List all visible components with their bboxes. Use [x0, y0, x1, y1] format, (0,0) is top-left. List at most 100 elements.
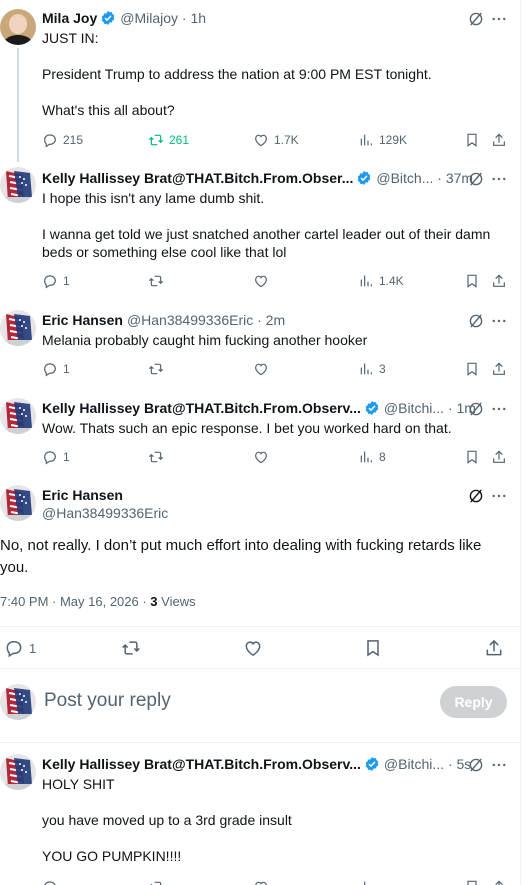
author-meta[interactable]: @Han38499336Eric · 2m	[127, 312, 285, 328]
repost-button[interactable]	[148, 359, 164, 379]
author-name[interactable]: Eric Hansen	[42, 312, 123, 328]
bookmark-button[interactable]	[464, 359, 480, 379]
views-button[interactable]	[358, 877, 374, 885]
bookmark-button[interactable]	[464, 447, 480, 467]
like-icon	[253, 879, 269, 885]
avatar[interactable]	[0, 167, 36, 203]
tweet-text: Melania probably caught him fucking anot…	[42, 332, 368, 348]
grok-icon[interactable]	[467, 312, 485, 330]
bookmark-button[interactable]	[464, 271, 480, 291]
more-icon[interactable]	[490, 170, 508, 188]
more-icon[interactable]	[490, 400, 508, 418]
grok-icon[interactable]	[467, 487, 485, 505]
author-handle[interactable]: @Han38499336Eric	[42, 505, 168, 521]
grok-icon[interactable]	[467, 170, 485, 188]
bookmark-button[interactable]	[363, 636, 383, 660]
avatar[interactable]	[0, 754, 36, 790]
bookmark-button[interactable]	[464, 130, 480, 150]
repost-button[interactable]	[148, 271, 164, 291]
verified-badge-icon	[100, 10, 116, 26]
view-count: 1.4K	[379, 274, 404, 288]
repost-button[interactable]: 261	[148, 130, 189, 150]
author-name[interactable]: Mila Joy	[42, 10, 97, 26]
author-name[interactable]: Kelly Hallissey Brat@THAT.Bitch.From.Obs…	[42, 756, 361, 772]
like-button[interactable]	[253, 877, 269, 885]
like-icon	[243, 638, 263, 658]
reply-icon	[42, 361, 58, 377]
repost-button[interactable]	[148, 447, 164, 467]
share-icon	[491, 879, 507, 885]
grok-icon[interactable]	[467, 400, 485, 418]
timestamp-text[interactable]: 7:40 PM · May 16, 2026 ·	[0, 594, 150, 609]
avatar[interactable]	[0, 485, 36, 521]
share-button[interactable]	[491, 447, 507, 467]
more-icon[interactable]	[490, 10, 508, 28]
reply-icon	[42, 449, 58, 465]
reply-button[interactable]: Reply	[440, 686, 507, 718]
bookmark-icon	[464, 273, 480, 289]
like-button[interactable]: 1.7K	[253, 130, 299, 150]
reply-icon	[42, 879, 58, 885]
action-bar: 1 1.4K	[42, 271, 512, 291]
reply-count: 215	[63, 133, 84, 147]
like-icon	[253, 273, 269, 289]
share-button[interactable]	[484, 636, 504, 660]
share-button[interactable]	[491, 877, 507, 885]
reply-button[interactable]: 215	[42, 130, 83, 150]
views-button[interactable]: 129K	[358, 130, 407, 150]
avatar[interactable]	[0, 310, 36, 346]
share-button[interactable]	[491, 130, 507, 150]
reply-button[interactable]: 1	[4, 636, 36, 660]
grok-icon[interactable]	[467, 10, 485, 28]
author-name[interactable]: Kelly Hallissey Brat@THAT.Bitch.From.Obs…	[42, 170, 353, 186]
avatar[interactable]	[0, 398, 36, 434]
verified-badge-icon	[364, 756, 380, 772]
action-bar: 215 261 1.7K 129K	[42, 130, 512, 150]
repost-count: 261	[169, 133, 190, 147]
tweet-text: HOLY SHIT you have moved up to a 3rd gra…	[42, 776, 292, 864]
share-button[interactable]	[491, 359, 507, 379]
reply-icon	[42, 132, 58, 148]
share-button[interactable]	[491, 271, 507, 291]
author-name[interactable]: Eric Hansen	[42, 487, 123, 503]
reply-button[interactable]: 1	[42, 271, 70, 291]
author-name[interactable]: Kelly Hallissey Brat@THAT.Bitch.From.Obs…	[42, 400, 361, 416]
author-meta[interactable]: @Bitchi... · 1m	[384, 400, 476, 416]
divider	[0, 668, 520, 669]
like-button[interactable]	[253, 359, 269, 379]
repost-icon	[148, 273, 164, 289]
repost-button[interactable]	[148, 877, 164, 885]
views-button[interactable]: 1.4K	[358, 271, 404, 291]
reply-button[interactable]	[42, 877, 58, 885]
reply-button[interactable]: 1	[42, 447, 70, 467]
views-icon	[358, 132, 374, 148]
author-meta[interactable]: @Bitchi... · 5s	[384, 756, 471, 772]
repost-icon	[148, 132, 164, 148]
reply-count: 1	[63, 274, 70, 288]
like-icon	[253, 361, 269, 377]
reply-input[interactable]: Post your reply	[44, 689, 424, 713]
like-button[interactable]	[243, 636, 263, 660]
views-icon	[358, 273, 374, 289]
views-button[interactable]: 8	[358, 447, 386, 467]
more-icon[interactable]	[490, 312, 508, 330]
share-icon	[484, 638, 504, 658]
more-icon[interactable]	[490, 756, 508, 774]
author-meta[interactable]: @Milajoy · 1h	[120, 10, 206, 26]
flag-avatar-icon	[0, 310, 36, 346]
like-button[interactable]	[253, 271, 269, 291]
flag-avatar-icon	[0, 485, 36, 521]
grok-icon[interactable]	[467, 756, 485, 774]
bookmark-button[interactable]	[464, 877, 480, 885]
more-icon[interactable]	[490, 487, 508, 505]
author-meta[interactable]: @Bitch... · 37m	[376, 170, 473, 186]
reply-button[interactable]: 1	[42, 359, 70, 379]
like-button[interactable]	[253, 447, 269, 467]
avatar[interactable]	[0, 9, 36, 45]
view-count: 129K	[379, 133, 408, 147]
views-button[interactable]: 3	[358, 359, 386, 379]
repost-button[interactable]	[121, 636, 141, 660]
bookmark-icon	[464, 132, 480, 148]
reply-count: 1	[63, 450, 70, 464]
avatar	[0, 684, 36, 720]
